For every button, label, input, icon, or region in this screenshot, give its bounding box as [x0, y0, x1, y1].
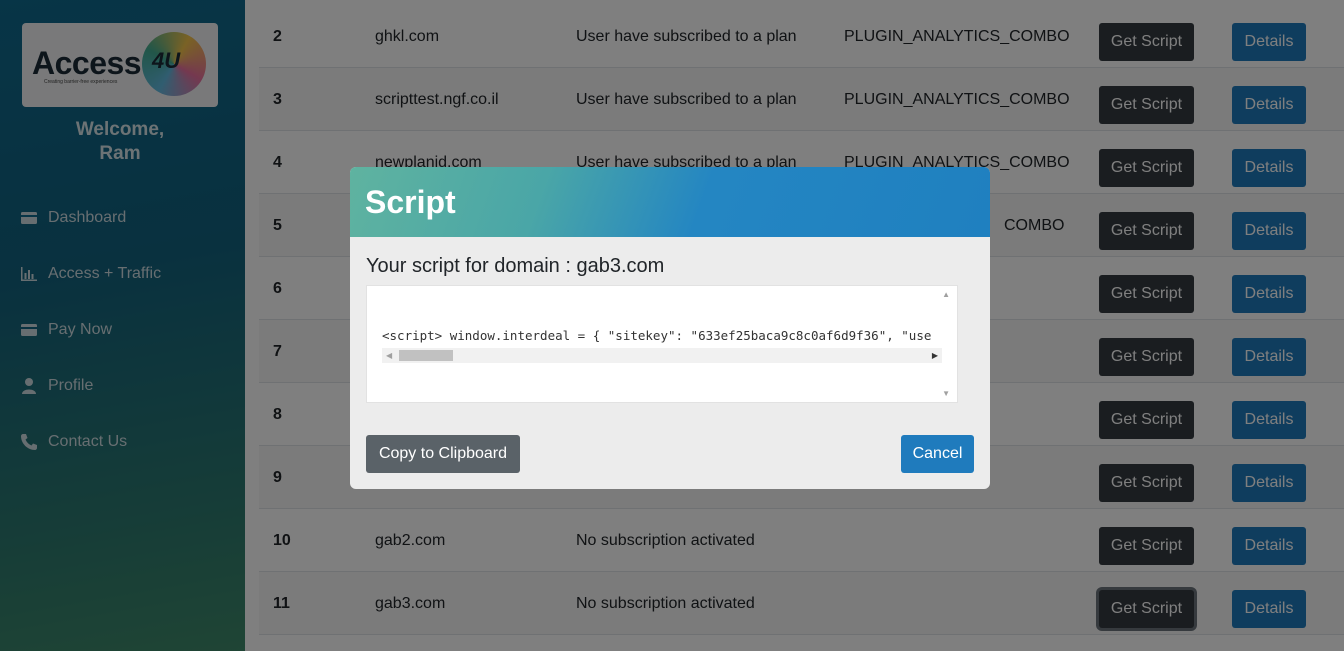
scrollbar-thumb[interactable]: [399, 350, 453, 361]
script-textarea[interactable]: <script> window.interdeal = { "sitekey":…: [366, 285, 958, 403]
copy-to-clipboard-button[interactable]: Copy to Clipboard: [366, 435, 520, 473]
script-code: <script> window.interdeal = { "sitekey":…: [382, 328, 932, 343]
horizontal-scrollbar[interactable]: ◀ ▶: [382, 348, 942, 363]
cancel-button[interactable]: Cancel: [901, 435, 974, 473]
modal-subtitle: Your script for domain : gab3.com: [366, 255, 665, 277]
script-modal: Script Your script for domain : gab3.com…: [350, 167, 990, 489]
scroll-left-icon[interactable]: ◀: [386, 351, 392, 360]
modal-title: Script: [365, 183, 456, 220]
scroll-up-icon[interactable]: ▲: [942, 290, 950, 299]
modal-header: Script: [350, 167, 990, 237]
scroll-right-icon[interactable]: ▶: [932, 351, 938, 360]
scroll-down-icon[interactable]: ▼: [942, 389, 950, 398]
